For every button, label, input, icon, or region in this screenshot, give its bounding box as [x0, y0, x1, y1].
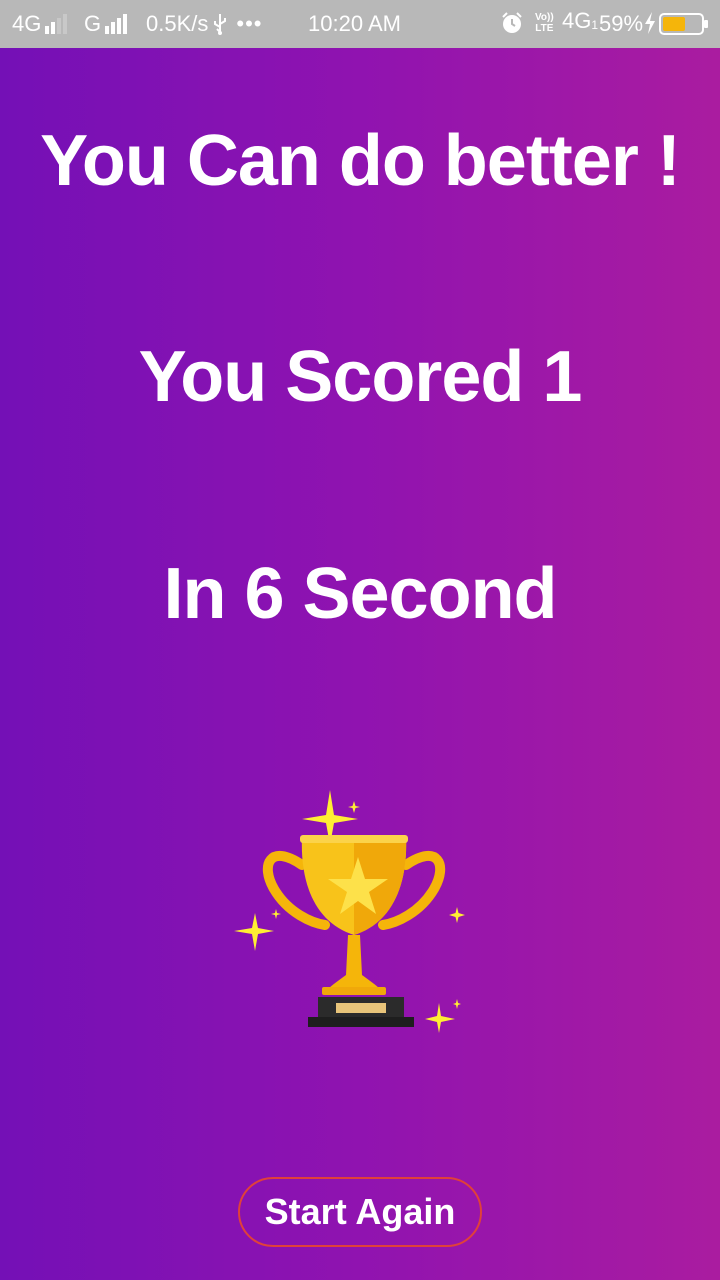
- network-type-3: 4G 1: [562, 8, 598, 34]
- signal-icon: [105, 14, 128, 34]
- status-bar: 4G G 0.5K/s ••• 10:20 AM Vo)) LTE 4G 1 5…: [0, 0, 720, 48]
- trophy-icon: [234, 790, 465, 1033]
- charging-icon: [644, 12, 656, 34]
- signal-group-2: G: [84, 11, 128, 37]
- battery-icon: [659, 13, 709, 35]
- network-type-3-text: 4G: [562, 8, 592, 33]
- battery-percent-text: 59%: [599, 11, 644, 36]
- time-text: In 6 Second: [163, 554, 557, 634]
- volte-icon: Vo)) LTE: [535, 12, 554, 34]
- volte-top-text: Vo)): [535, 12, 554, 23]
- signal-icon: [45, 14, 68, 34]
- start-again-button[interactable]: Start Again: [238, 1177, 482, 1247]
- alarm-icon: [500, 11, 524, 35]
- net-speed: 0.5K/s •••: [146, 11, 262, 37]
- volte-bottom-text: LTE: [535, 23, 554, 34]
- sim-index: 1: [591, 18, 599, 32]
- signal-group-1: 4G: [12, 11, 68, 37]
- clock-text: 10:20 AM: [308, 11, 401, 36]
- net-speed-text: 0.5K/s: [146, 11, 209, 36]
- battery-percent: 59%: [599, 11, 643, 37]
- more-notifications-icon: •••: [236, 11, 263, 36]
- result-message: You Can do better !: [40, 121, 681, 201]
- usb-icon: [214, 14, 227, 35]
- score-text: You Scored 1: [138, 337, 583, 417]
- network-type-2: G: [84, 11, 102, 36]
- network-type-1: 4G: [12, 11, 42, 36]
- clock: 10:20 AM: [308, 11, 401, 37]
